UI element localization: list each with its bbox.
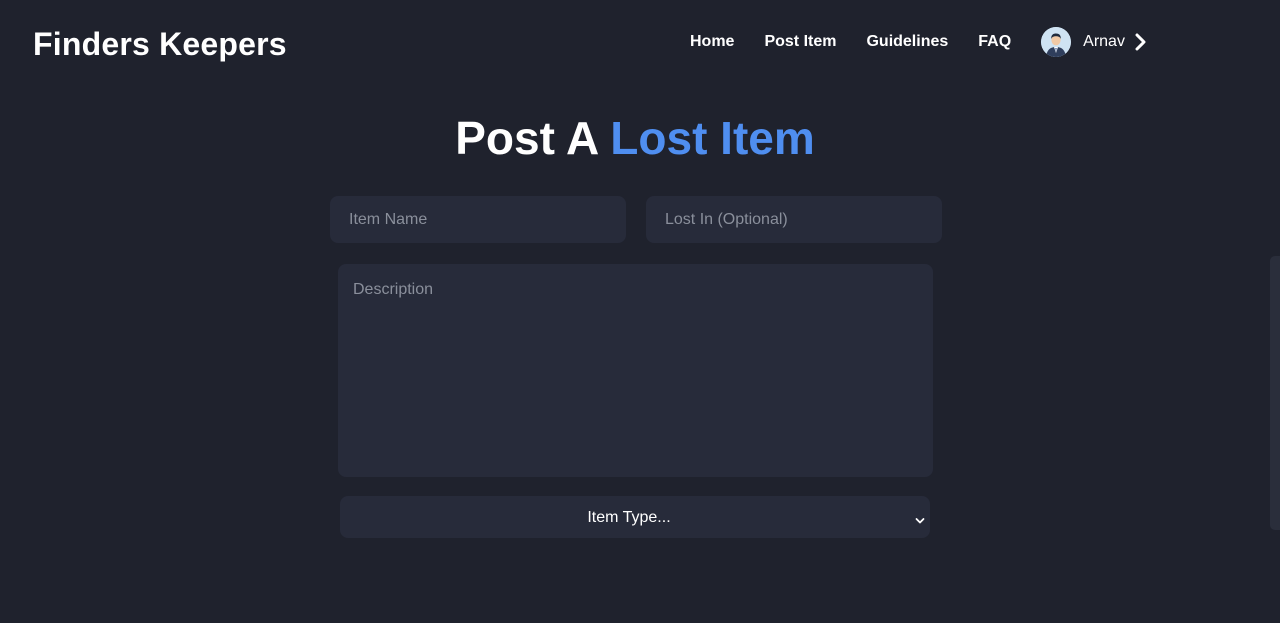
- page-title: Post A Lost Item: [0, 108, 1270, 168]
- user-avatar-icon[interactable]: [1041, 27, 1072, 57]
- user-menu[interactable]: Arnav: [1041, 26, 1148, 58]
- user-name[interactable]: Arnav: [1083, 26, 1125, 58]
- chevron-right-icon[interactable]: [1134, 32, 1148, 52]
- item-type-selected: Item Type...: [587, 509, 671, 526]
- page: Finders Keepers Home Post Item Guideline…: [0, 0, 1280, 623]
- nav-guidelines[interactable]: Guidelines: [866, 26, 948, 58]
- item-type-select[interactable]: Item Type...: [340, 496, 930, 538]
- nav-faq[interactable]: FAQ: [978, 26, 1011, 58]
- top-nav: Home Post Item Guidelines FAQ Arnav: [690, 26, 1148, 58]
- chevron-down-icon: [915, 512, 925, 524]
- page-title-main: Post A: [455, 112, 598, 164]
- page-title-accent: Lost Item: [610, 112, 815, 164]
- lost-in-input[interactable]: [646, 196, 942, 243]
- brand-logo[interactable]: Finders Keepers: [33, 24, 287, 64]
- scrollbar[interactable]: [1270, 256, 1280, 530]
- nav-home[interactable]: Home: [690, 26, 734, 58]
- nav-post-item[interactable]: Post Item: [764, 26, 836, 58]
- description-textarea[interactable]: [338, 264, 933, 477]
- item-name-input[interactable]: [330, 196, 626, 243]
